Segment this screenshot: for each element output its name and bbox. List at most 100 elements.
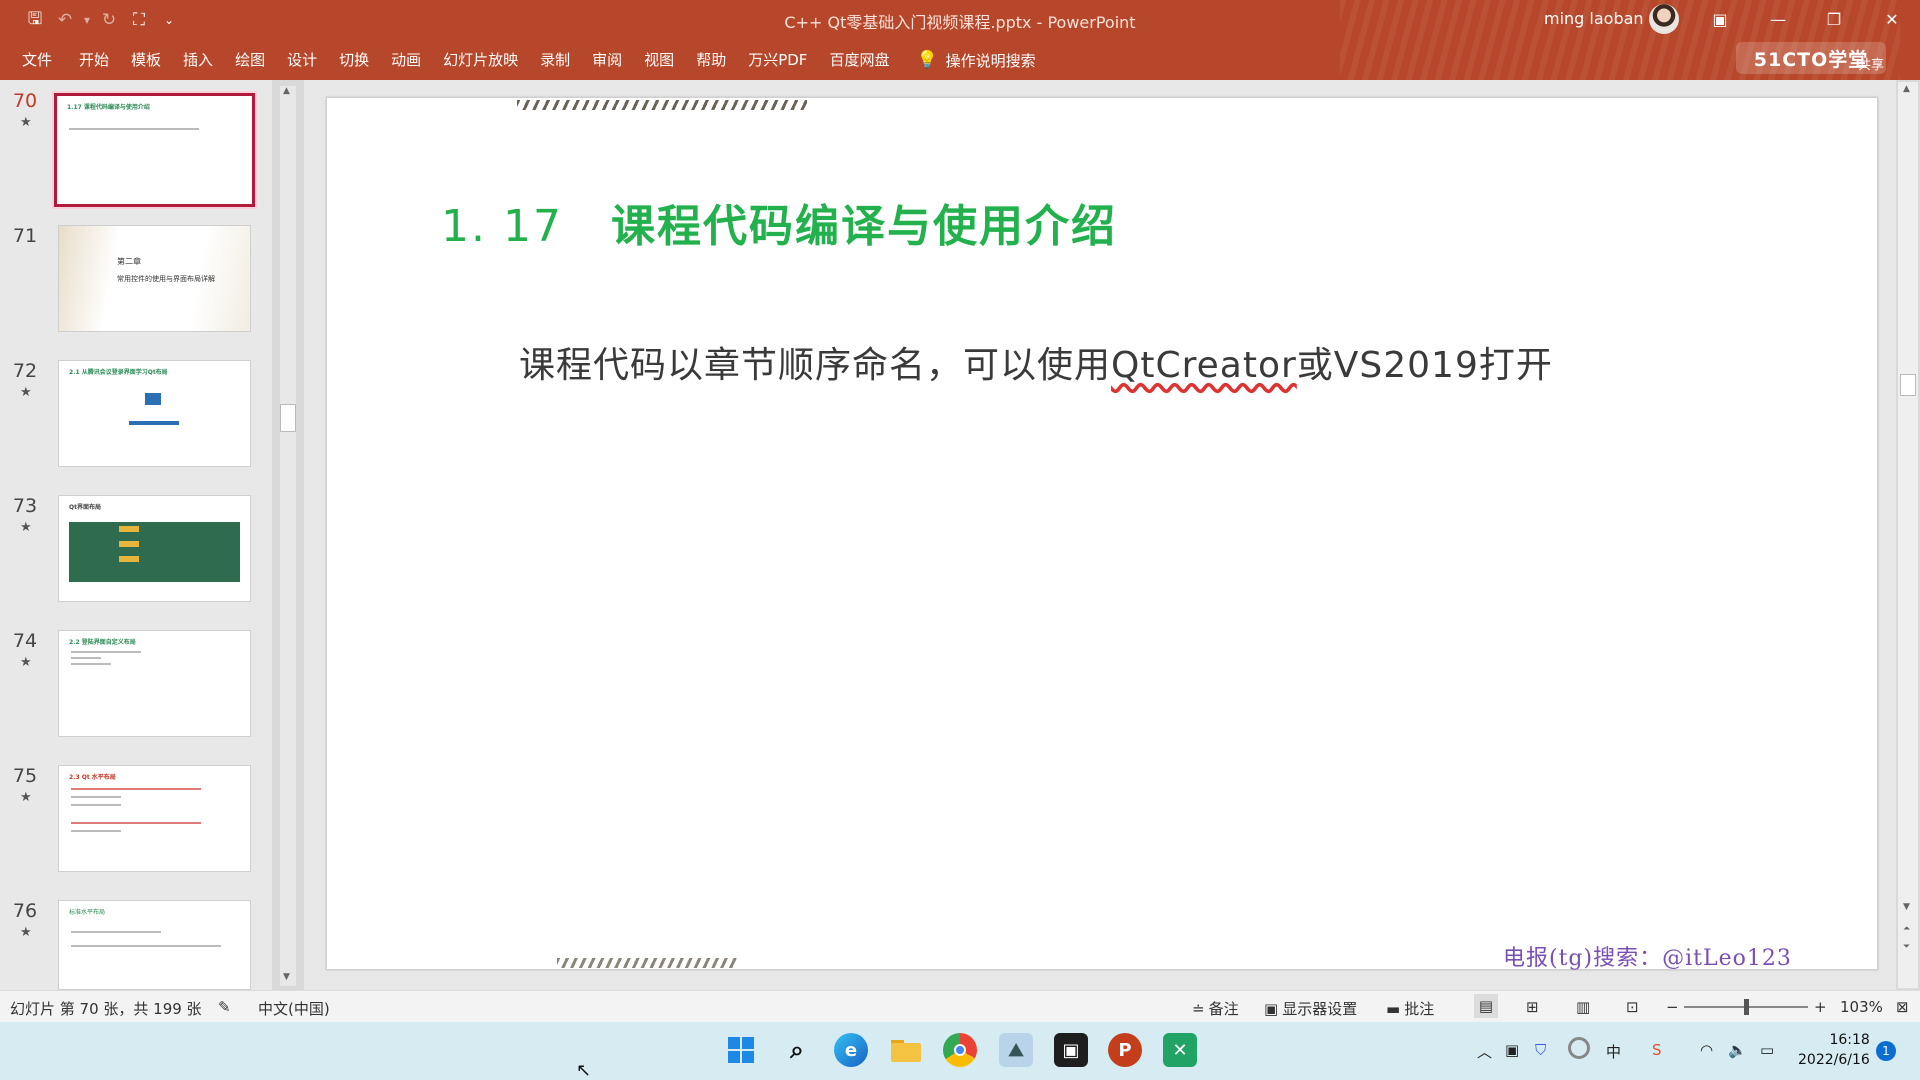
tab-baidu-netdisk[interactable]: 百度网盘 — [818, 40, 900, 80]
wifi-icon[interactable]: ◠ — [1700, 1041, 1713, 1059]
scroll-up-icon[interactable]: ▲ — [283, 86, 290, 96]
repeat-icon[interactable]: ↻ — [94, 8, 124, 32]
input-method-icon[interactable]: 中 — [1606, 1041, 1621, 1062]
thumbnail-title: 第二章 — [117, 257, 141, 266]
thumbnail-logo — [145, 393, 161, 405]
thumbnail-title: 2.2 登陆界面自定义布局 — [69, 639, 136, 646]
next-slide-icon[interactable]: ⏷ — [1903, 942, 1910, 952]
thumbnail-slot-75[interactable]: 75 ★ 2.3 Qt 水平布局 — [0, 755, 272, 890]
thumbnail-slot-73[interactable]: 73 ★ Qt界面布局 — [0, 485, 272, 620]
show-hidden-icons-icon[interactable]: ︿ — [1477, 1041, 1492, 1062]
xmind-icon[interactable]: ✕ — [1163, 1033, 1197, 1067]
file-explorer-icon[interactable] — [889, 1033, 923, 1067]
slide-thumbnail[interactable]: 2.2 登陆界面自定义布局 — [58, 630, 251, 737]
tab-insert[interactable]: 插入 — [172, 40, 224, 80]
display-settings-button[interactable]: ▣ 显示器设置 — [1264, 998, 1357, 1019]
powerpoint-icon[interactable]: P — [1108, 1033, 1142, 1067]
slide-thumbnail[interactable]: Qt界面布局 — [58, 495, 251, 602]
comments-button[interactable]: ▬ 批注 — [1386, 998, 1434, 1019]
tab-help[interactable]: 帮助 — [685, 40, 737, 80]
thumbnail-scrollbar[interactable]: ▲ ▼ — [280, 86, 296, 986]
thumbnail-slot-74[interactable]: 74 ★ 2.2 登陆界面自定义布局 — [0, 620, 272, 755]
slide-body-text[interactable]: 课程代码以章节顺序命名，可以使用QtCreator或VS2019打开 — [519, 336, 1553, 388]
clock-time: 16:18 — [1829, 1032, 1870, 1048]
scroll-down-icon[interactable]: ▼ — [283, 972, 290, 982]
camera-app-icon[interactable]: ▣ — [1054, 1033, 1088, 1067]
slide-sorter-icon[interactable]: ⊞ — [1526, 998, 1539, 1016]
tab-animations[interactable]: 动画 — [380, 40, 432, 80]
notification-badge[interactable]: 1 — [1876, 1041, 1896, 1061]
zoom-in-icon[interactable]: + — [1814, 998, 1827, 1016]
minimize-button[interactable]: — — [1756, 0, 1800, 38]
user-name[interactable]: ming laoban — [1544, 9, 1644, 28]
thumbnail-slot-71[interactable]: 71 第二章 常用控件的使用与界面布局详解 — [0, 215, 272, 350]
tray-circle-icon[interactable] — [1568, 1037, 1590, 1059]
thumbnail-slot-70[interactable]: 70 ★ 1.17 课程代码编译与使用介绍 — [0, 80, 272, 215]
user-avatar[interactable] — [1649, 4, 1679, 34]
tab-record[interactable]: 录制 — [529, 40, 581, 80]
tab-draw[interactable]: 绘图 — [224, 40, 276, 80]
tab-review[interactable]: 审阅 — [581, 40, 633, 80]
edge-browser-icon[interactable]: e — [834, 1033, 868, 1067]
notes-button[interactable]: ≐ 备注 — [1192, 998, 1239, 1019]
thumbnail-title: Qt界面布局 — [69, 504, 101, 511]
redo-icon[interactable]: ▾ — [80, 8, 94, 32]
slide-title[interactable]: 1. 17 课程代码编译与使用介绍 — [441, 190, 1117, 254]
ribbon-tabs: 文件 开始 模板 插入 绘图 设计 切换 动画 幻灯片放映 录制 审阅 视图 帮… — [0, 40, 1036, 80]
thumbnail-text-line — [71, 822, 201, 824]
volume-icon[interactable]: 🔈 — [1728, 1041, 1747, 1059]
tab-wondershare-pdf[interactable]: 万兴PDF — [737, 40, 818, 80]
animation-star-icon: ★ — [20, 925, 32, 940]
zoom-out-icon[interactable]: − — [1666, 998, 1679, 1016]
language-indicator[interactable]: 中文(中国) — [258, 998, 330, 1019]
tray-camera-icon[interactable]: ▣ — [1505, 1041, 1519, 1059]
scrollbar-thumb[interactable] — [280, 404, 296, 432]
thumbnail-text-line — [69, 128, 199, 130]
ribbon-display-options-icon[interactable]: ▣ — [1698, 0, 1742, 38]
previous-slide-icon[interactable]: ⏶ — [1903, 924, 1910, 934]
scrollbar-thumb[interactable] — [1900, 374, 1916, 396]
tab-file[interactable]: 文件 — [0, 40, 68, 80]
system-clock[interactable]: 16:18 2022/6/16 — [1798, 1030, 1870, 1070]
tab-templates[interactable]: 模板 — [120, 40, 172, 80]
slide-scrollbar[interactable]: ▲ ▼ ⏶ ⏷ — [1898, 82, 1918, 988]
tab-slideshow[interactable]: 幻灯片放映 — [432, 40, 529, 80]
share-button[interactable]: 共享 — [1858, 54, 1884, 73]
battery-icon[interactable]: ▭ — [1760, 1041, 1774, 1059]
save-icon[interactable]: 🖫 — [20, 8, 50, 32]
accessibility-check-icon[interactable]: ✎ — [218, 998, 231, 1016]
normal-view-icon[interactable]: ▤ — [1474, 994, 1498, 1018]
zoom-slider-thumb[interactable] — [1744, 999, 1749, 1015]
restore-button[interactable]: ❐ — [1812, 0, 1856, 38]
slide-title-number: 1. 17 — [441, 201, 563, 252]
reading-view-icon[interactable]: ▥ — [1576, 998, 1590, 1016]
scroll-down-icon[interactable]: ▼ — [1903, 902, 1910, 912]
thumbnail-slot-72[interactable]: 72 ★ 2.1 从腾讯会议登录界面学习Qt布局 — [0, 350, 272, 485]
windows-start-icon[interactable] — [724, 1033, 758, 1067]
customize-toolbar-icon[interactable]: ⌄ — [154, 8, 184, 32]
zoom-level[interactable]: 103% — [1840, 998, 1883, 1016]
fit-to-window-icon[interactable]: ⊠ — [1896, 998, 1909, 1016]
tab-transitions[interactable]: 切换 — [328, 40, 380, 80]
tray-app-icon[interactable]: S — [1652, 1041, 1662, 1059]
undo-icon[interactable]: ↶ — [50, 8, 80, 32]
photos-app-icon[interactable]: ⛰ — [999, 1033, 1033, 1067]
search-icon[interactable]: ⌕ — [780, 1033, 814, 1067]
tab-view[interactable]: 视图 — [633, 40, 685, 80]
close-button[interactable]: ✕ — [1870, 0, 1914, 38]
tray-shield-icon[interactable]: ⛉ — [1535, 1041, 1546, 1059]
chrome-browser-icon[interactable] — [943, 1033, 977, 1067]
present-from-start-icon[interactable]: ⛶ — [124, 8, 154, 32]
current-slide[interactable]: 1. 17 课程代码编译与使用介绍 课程代码以章节顺序命名，可以使用QtCreat… — [326, 97, 1878, 970]
tab-design[interactable]: 设计 — [276, 40, 328, 80]
slideshow-icon[interactable]: ⊡ — [1626, 998, 1639, 1016]
tell-me-search[interactable]: 💡 操作说明搜索 — [916, 50, 1035, 71]
slide-thumbnail[interactable]: 2.1 从腾讯会议登录界面学习Qt布局 — [58, 360, 251, 467]
scroll-up-icon[interactable]: ▲ — [1903, 84, 1910, 94]
slide-thumbnail[interactable]: 标准水平布局 — [58, 900, 251, 990]
slide-thumbnail[interactable]: 2.3 Qt 水平布局 — [58, 765, 251, 872]
thumbnail-button-shape — [129, 421, 179, 425]
slide-thumbnail[interactable]: 1.17 课程代码编译与使用介绍 — [52, 91, 257, 209]
slide-thumbnail[interactable]: 第二章 常用控件的使用与界面布局详解 — [58, 225, 251, 332]
tab-home[interactable]: 开始 — [68, 40, 120, 80]
